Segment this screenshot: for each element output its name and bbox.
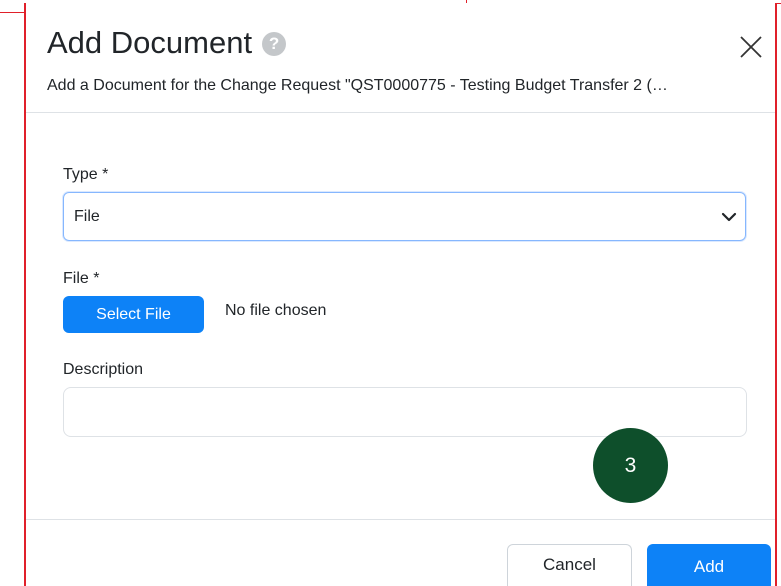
help-icon[interactable]: ? [262,32,287,56]
type-select-value: File [74,207,100,225]
file-label: File * [63,270,100,287]
type-select[interactable]: File [63,192,746,241]
no-file-chosen-text: No file chosen [225,302,327,319]
type-label: Type * [63,166,109,183]
select-file-button[interactable]: Select File [63,296,204,333]
title-row: Add Document ? [47,25,287,61]
annotation-outline-left [0,12,25,13]
dialog-subtitle: Add a Document for the Change Request "Q… [47,77,668,94]
screen: Add Document ? Add a Document for the Ch… [0,0,781,586]
footer-divider [26,519,775,520]
cancel-button[interactable]: Cancel [507,544,632,586]
description-label: Description [63,361,144,378]
add-button[interactable]: Add [647,544,771,586]
dialog-header: Add Document ? Add a Document for the Ch… [26,3,775,113]
add-document-dialog: Add Document ? Add a Document for the Ch… [24,3,777,586]
chevron-down-icon [721,212,737,222]
dialog-title: Add Document [47,25,253,60]
close-icon[interactable] [737,33,765,61]
description-input[interactable] [63,387,747,437]
step-badge: 3 [593,428,668,503]
